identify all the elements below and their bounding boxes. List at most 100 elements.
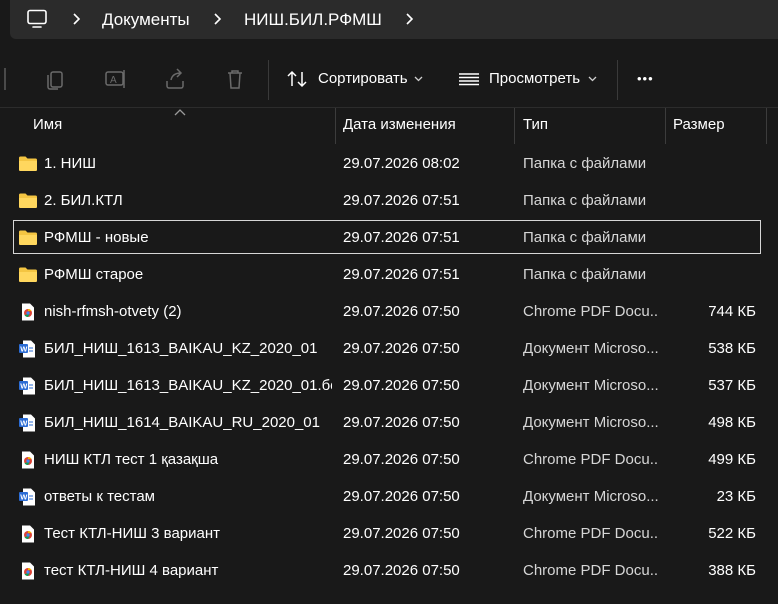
- chrome-pdf-icon: [18, 562, 38, 580]
- file-date-modified: 29.07.2026 07:50: [343, 414, 460, 431]
- column-resize-handle[interactable]: [665, 108, 666, 144]
- file-row[interactable]: 2. БИЛ.КТЛ 29.07.2026 07:51 Папка с файлам…: [0, 183, 778, 219]
- chevron-right-icon[interactable]: [70, 12, 84, 26]
- file-name: nish-rfmsh-otvety (2): [44, 303, 182, 320]
- chevron-right-icon[interactable]: [403, 12, 417, 26]
- file-name: БИЛ_НИШ_1614_BAIKAU_RU_2020_01: [44, 414, 320, 431]
- file-row[interactable]: тест КТЛ-НИШ 4 вариант 29.07.2026 07:50 Ch…: [0, 553, 778, 589]
- svg-text:A: A: [110, 75, 117, 86]
- file-row[interactable]: W БИЛ_НИШ_1614_BAIKAU_RU_2020_01 29.07.202…: [0, 405, 778, 441]
- file-size: 537 КБ: [708, 377, 756, 394]
- delete-icon[interactable]: [223, 67, 247, 91]
- file-date-modified: 29.07.2026 07:50: [343, 525, 460, 542]
- column-resize-handle[interactable]: [514, 108, 515, 144]
- file-row[interactable]: НИШ КТЛ тест 1 қазақша 29.07.2026 07:50 Ch…: [0, 442, 778, 478]
- file-date-modified: 29.07.2026 08:02: [343, 155, 460, 172]
- file-type: Документ Microso...: [523, 488, 658, 505]
- breadcrumb[interactable]: Документы НИШ.БИЛ.РФМШ: [10, 0, 778, 39]
- breadcrumb-documents[interactable]: Документы: [102, 0, 190, 39]
- more-options-button[interactable]: •••: [637, 60, 663, 98]
- file-row[interactable]: РФМШ - новые 29.07.2026 07:51 Папка с файл…: [0, 220, 778, 256]
- file-size: [665, 257, 756, 293]
- file-type: Документ Microso...: [523, 414, 658, 431]
- file-date-modified: 29.07.2026 07:50: [343, 451, 460, 468]
- word-doc-icon: W: [18, 414, 38, 432]
- view-list-icon: [459, 73, 479, 86]
- sort-ascending-icon: [174, 109, 186, 116]
- sort-button[interactable]: Сортировать: [286, 60, 426, 98]
- copy-icon[interactable]: [44, 67, 68, 91]
- file-name: ответы к тестам: [44, 488, 155, 505]
- file-type: Документ Microso...: [523, 377, 658, 394]
- file-size: [665, 220, 756, 256]
- svg-text:W: W: [20, 382, 28, 391]
- view-label: Просмотреть: [489, 70, 581, 87]
- file-name: РФМШ старое: [44, 266, 144, 283]
- file-date-modified: 29.07.2026 07:51: [343, 229, 460, 246]
- file-date-modified: 29.07.2026 07:50: [343, 303, 460, 320]
- file-size: [665, 183, 756, 219]
- file-type: Папка с файлами: [523, 192, 647, 209]
- toolbar-divider: [268, 60, 269, 100]
- column-header-row: Имя Дата изменения Тип Размер: [0, 108, 778, 144]
- file-name: Тест КТЛ-НИШ 3 вариант: [44, 525, 221, 542]
- file-row[interactable]: nish-rfmsh-otvety (2) 29.07.2026 07:50 Chr…: [0, 294, 778, 330]
- folder-icon: [18, 192, 38, 210]
- share-icon[interactable]: [163, 67, 187, 91]
- breadcrumb-current-folder[interactable]: НИШ.БИЛ.РФМШ: [244, 0, 382, 39]
- column-header-date[interactable]: Дата изменения: [343, 108, 456, 144]
- folder-icon: [18, 266, 38, 284]
- address-bar: Документы НИШ.БИЛ.РФМШ: [0, 0, 778, 50]
- file-date-modified: 29.07.2026 07:50: [343, 488, 460, 505]
- file-date-modified: 29.07.2026 07:51: [343, 266, 460, 283]
- file-type: Папка с файлами: [523, 155, 647, 172]
- word-doc-icon: W: [18, 340, 38, 358]
- file-row[interactable]: 1. НИШ 29.07.2026 08:02 Папка с файлами: [0, 146, 778, 182]
- file-row[interactable]: W БИЛ_НИШ_1613_BAIKAU_KZ_2020_01 29.07.202…: [0, 331, 778, 367]
- chrome-pdf-icon: [18, 451, 38, 469]
- file-name: РФМШ - новые: [44, 229, 149, 246]
- chevron-right-icon[interactable]: [211, 12, 225, 26]
- view-button[interactable]: Просмотреть: [458, 60, 598, 98]
- column-resize-handle[interactable]: [766, 108, 767, 144]
- file-row[interactable]: РФМШ старое 29.07.2026 07:51 Папка с файла…: [0, 257, 778, 293]
- word-doc-icon: W: [18, 488, 38, 506]
- file-size: 498 КБ: [708, 414, 756, 431]
- file-row[interactable]: Тест КТЛ-НИШ 3 вариант 29.07.2026 07:50 Ch…: [0, 516, 778, 552]
- file-type: Chrome PDF Docu...: [523, 562, 658, 579]
- chrome-pdf-icon: [18, 525, 38, 543]
- column-header-name[interactable]: Имя: [33, 108, 62, 144]
- file-date-modified: 29.07.2026 07:50: [343, 340, 460, 357]
- word-doc-icon: W: [18, 377, 38, 395]
- chrome-pdf-icon: [18, 303, 38, 321]
- column-header-type[interactable]: Тип: [523, 108, 548, 144]
- rename-icon[interactable]: A: [104, 67, 128, 91]
- chevron-down-icon: [414, 76, 423, 82]
- command-bar: A Сортировать Просмотреть •••: [0, 50, 778, 108]
- file-date-modified: 29.07.2026 07:50: [343, 562, 460, 579]
- file-name: БИЛ_НИШ_1613_BAIKAU_KZ_2020_01.бе...: [44, 377, 332, 394]
- svg-text:W: W: [20, 345, 28, 354]
- file-type: Папка с файлами: [523, 266, 647, 283]
- column-header-size[interactable]: Размер: [673, 108, 725, 144]
- file-size: 522 КБ: [708, 525, 756, 542]
- file-size: 23 КБ: [716, 488, 756, 505]
- computer-icon[interactable]: [26, 9, 48, 29]
- file-row[interactable]: W БИЛ_НИШ_1613_BAIKAU_KZ_2020_01.бе... 29.…: [0, 368, 778, 404]
- cut-icon[interactable]: [0, 68, 6, 90]
- sort-icon: [287, 70, 307, 88]
- file-name: БИЛ_НИШ_1613_BAIKAU_KZ_2020_01: [44, 340, 318, 357]
- folder-icon: [18, 229, 38, 247]
- file-name: 2. БИЛ.КТЛ: [44, 192, 123, 209]
- file-name: тест КТЛ-НИШ 4 вариант: [44, 562, 219, 579]
- sort-label: Сортировать: [318, 70, 408, 87]
- file-type: Chrome PDF Docu...: [523, 525, 658, 542]
- file-row[interactable]: Wответы к тестам 29.07.2026 07:50 Документ…: [0, 479, 778, 515]
- file-type: Папка с файлами: [523, 229, 647, 246]
- svg-text:W: W: [20, 419, 28, 428]
- file-date-modified: 29.07.2026 07:50: [343, 377, 460, 394]
- file-size: 499 КБ: [708, 451, 756, 468]
- toolbar-divider: [617, 60, 618, 100]
- column-resize-handle[interactable]: [335, 108, 336, 144]
- file-type: Chrome PDF Docu...: [523, 451, 658, 468]
